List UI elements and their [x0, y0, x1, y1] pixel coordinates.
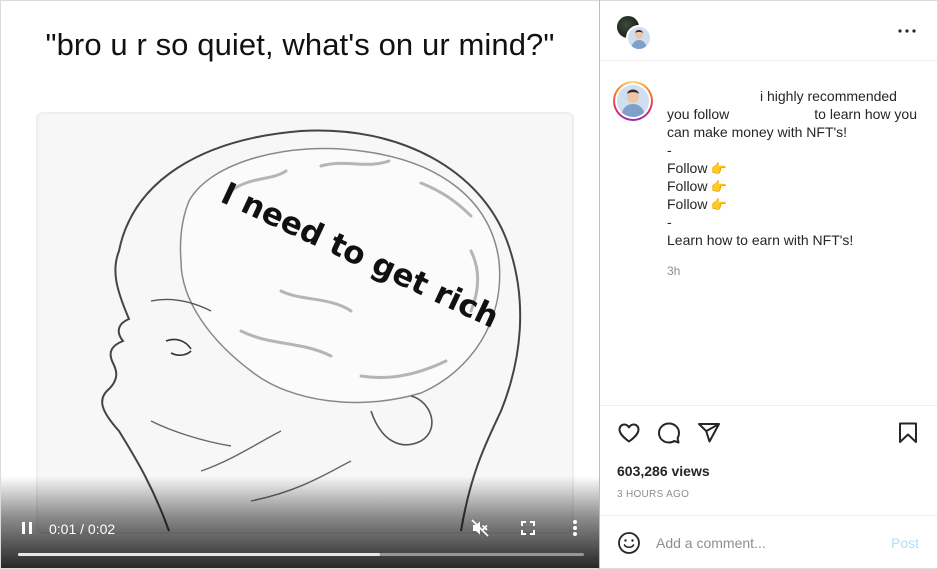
follow-text: Follow [667, 160, 708, 176]
follow-line: Follow 👉 [667, 177, 929, 195]
comment-input[interactable] [656, 532, 876, 554]
unmute-button[interactable] [467, 515, 493, 541]
like-button[interactable] [616, 420, 642, 446]
video-more-button[interactable] [562, 515, 588, 541]
send-icon [698, 423, 720, 443]
fullscreen-icon [521, 521, 535, 535]
comment-button[interactable] [656, 420, 682, 446]
video-controls: 0:01 / 0:02 [1, 508, 599, 568]
share-button[interactable] [696, 420, 722, 446]
comment-icon [658, 422, 680, 444]
pointing-hand-icon: 👉 [710, 161, 727, 176]
post-comment-button[interactable]: Post [891, 535, 919, 551]
pointing-hand-icon: 👉 [710, 197, 727, 212]
avatar [617, 85, 649, 117]
follow-line: Follow 👉 [667, 159, 929, 177]
bookmark-icon [899, 422, 917, 443]
more-horizontal-icon [898, 29, 916, 33]
caption-line-text: to learn how you [814, 106, 917, 122]
save-button[interactable] [895, 420, 921, 446]
caption-dash: - [667, 214, 672, 230]
caption-timestamp[interactable]: 3h [667, 264, 680, 278]
post-side-panel: i highly recommended you follow to learn … [600, 1, 937, 568]
caption-line-text: i highly recommended [760, 88, 897, 104]
video-progress-bar[interactable] [18, 553, 584, 556]
pause-icon [22, 522, 32, 534]
post-header [600, 1, 937, 61]
pause-button[interactable] [14, 515, 40, 541]
volume-muted-icon [471, 519, 489, 537]
caption-line: can make money with NFT's! [667, 124, 848, 140]
post-actions: 603,286 views 3 HOURS AGO [600, 405, 937, 515]
fullscreen-button[interactable] [515, 515, 541, 541]
avatar [626, 25, 652, 51]
caption-text: i highly recommended you follow to learn … [667, 87, 929, 249]
video-progress-fill [18, 553, 381, 556]
caption-dash: - [667, 142, 672, 158]
smiley-icon [618, 532, 640, 554]
caption-line: Learn how to earn with NFT's! [667, 232, 854, 248]
follow-text: Follow [667, 178, 708, 194]
view-count[interactable]: 603,286 views [617, 463, 710, 479]
author-avatar[interactable] [613, 81, 653, 121]
follow-text: Follow [667, 196, 708, 212]
meme-caption: "bro u r so quiet, what's on ur mind?" [45, 27, 555, 62]
post-caption: i highly recommended you follow to learn … [600, 61, 937, 405]
more-vertical-icon [573, 520, 577, 536]
emoji-button[interactable] [616, 530, 642, 556]
heart-icon [618, 423, 640, 443]
caption-line: i highly recommended [667, 87, 929, 105]
follow-line: Follow 👉 [667, 195, 929, 213]
post-options-button[interactable] [892, 19, 922, 43]
caption-line: you follow to learn how you [667, 105, 929, 123]
caption-line-text: you follow [667, 106, 730, 122]
video-time: 0:01 / 0:02 [49, 521, 116, 537]
comment-bar: Post [600, 515, 937, 568]
post-time[interactable]: 3 HOURS AGO [617, 489, 689, 500]
pointing-hand-icon: 👉 [710, 179, 727, 194]
video-player[interactable]: I need to get rich "bro u r so quiet, wh… [1, 1, 599, 568]
collab-avatars[interactable] [616, 15, 652, 51]
